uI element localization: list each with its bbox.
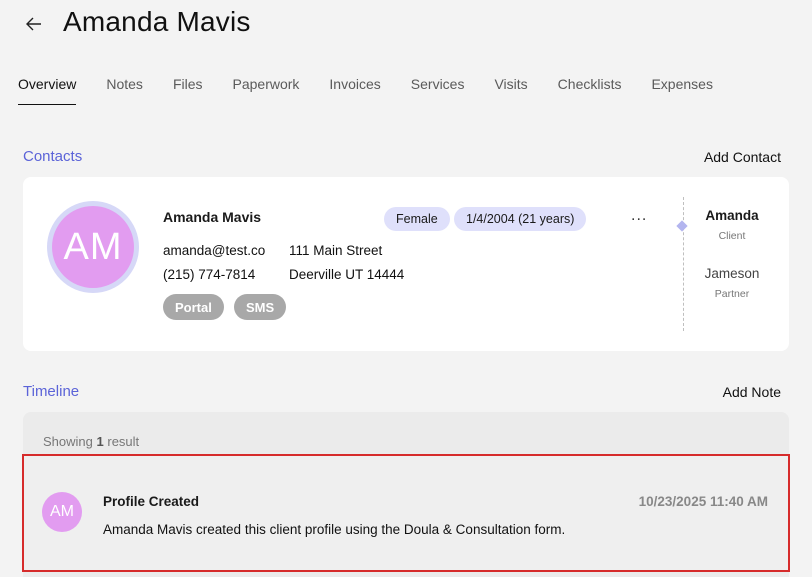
contact-email[interactable]: amanda@test.co — [163, 243, 265, 258]
avatar-initials: AM — [52, 206, 134, 288]
related-name: Amanda — [705, 208, 759, 223]
relation-divider — [683, 197, 684, 331]
timeline-item-description: Amanda Mavis created this client profile… — [103, 522, 566, 537]
contact-name: Amanda Mavis — [163, 209, 262, 225]
result-count-number: 1 — [96, 434, 104, 449]
relation-marker — [676, 220, 688, 232]
portal-tag[interactable]: Portal — [163, 294, 224, 320]
timeline-item[interactable]: AM Profile Created 10/23/2025 11:40 AM A… — [22, 454, 790, 572]
dob-badge: 1/4/2004 (21 years) — [454, 207, 587, 231]
result-count-suffix: result — [107, 434, 140, 449]
result-count-prefix: Showing — [43, 434, 93, 449]
tab-notes[interactable]: Notes — [106, 76, 143, 105]
contact-card: AM Amanda Mavis Female 1/4/2004 (21 year… — [23, 177, 789, 351]
address-line-1: 111 Main Street — [289, 243, 383, 258]
result-count: Showing 1 result — [43, 434, 139, 449]
add-note-button[interactable]: Add Note — [723, 384, 781, 400]
tab-services[interactable]: Services — [411, 76, 465, 105]
timeline-item-title: Profile Created — [103, 494, 200, 509]
back-button[interactable] — [20, 10, 48, 38]
related-name: Jameson — [704, 266, 760, 281]
contact-phone[interactable]: (215) 774-7814 — [163, 267, 255, 282]
avatar: AM — [47, 201, 139, 293]
tab-expenses[interactable]: Expenses — [651, 76, 712, 105]
related-contact-client[interactable]: Amanda Client — [693, 208, 771, 242]
arrow-left-icon — [26, 17, 41, 31]
tab-bar: Overview Notes Files Paperwork Invoices … — [18, 76, 713, 105]
gender-badge: Female — [384, 207, 450, 231]
tab-paperwork[interactable]: Paperwork — [233, 76, 300, 105]
more-options-button[interactable]: ... — [631, 207, 647, 225]
tab-visits[interactable]: Visits — [494, 76, 527, 105]
tab-invoices[interactable]: Invoices — [329, 76, 380, 105]
tab-files[interactable]: Files — [173, 76, 203, 105]
page-title: Amanda Mavis — [63, 6, 251, 37]
related-role: Client — [718, 230, 746, 242]
sms-tag[interactable]: SMS — [234, 294, 287, 320]
contacts-heading: Contacts — [23, 148, 83, 165]
timeline-item-date: 10/23/2025 11:40 AM — [638, 494, 768, 509]
timeline-heading: Timeline — [23, 383, 80, 400]
address-line-2: Deerville UT 14444 — [289, 267, 405, 282]
avatar: AM — [42, 492, 82, 532]
tab-checklists[interactable]: Checklists — [558, 76, 622, 105]
tab-overview[interactable]: Overview — [18, 76, 77, 105]
related-role: Partner — [714, 288, 750, 300]
add-contact-button[interactable]: Add Contact — [704, 149, 781, 165]
related-contact-partner[interactable]: Jameson Partner — [693, 266, 771, 300]
